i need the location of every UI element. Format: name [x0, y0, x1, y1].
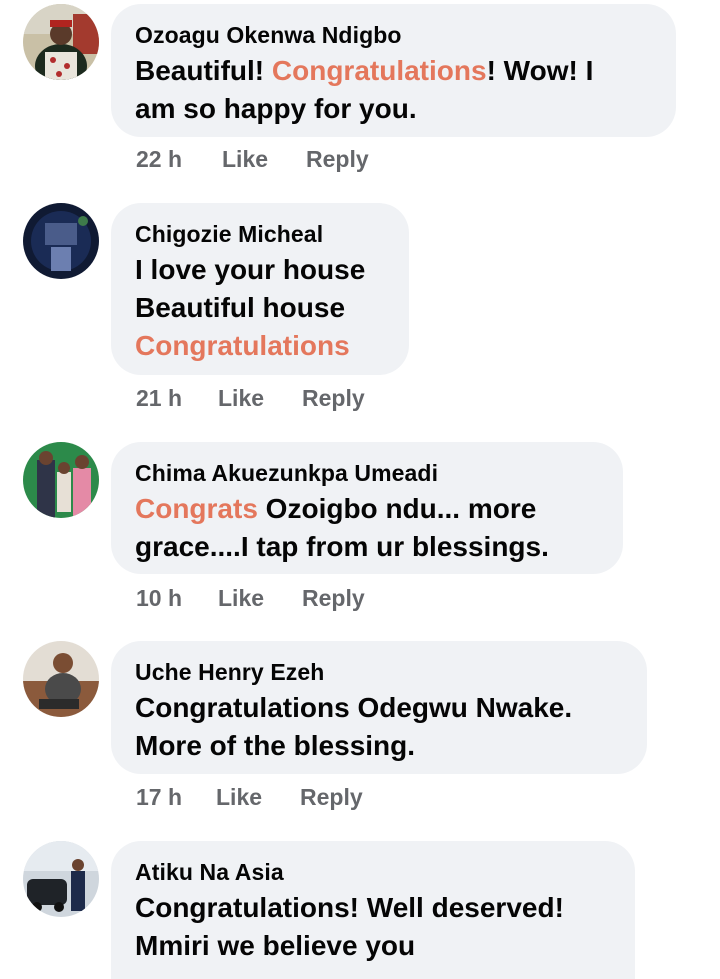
comment-actions: 10 h Like Reply [136, 585, 365, 612]
highlighted-keyword[interactable]: Congrats [135, 493, 258, 524]
comment-actions: 22 h Like Reply [136, 146, 369, 173]
avatar[interactable] [23, 442, 99, 518]
highlighted-keyword[interactable]: Congratulations [135, 330, 350, 361]
comment-author[interactable]: Chigozie Micheal [135, 219, 385, 249]
comment-author[interactable]: Uche Henry Ezeh [135, 657, 623, 687]
comment-bubble: Uche Henry Ezeh Congratulations Odegwu N… [111, 641, 647, 774]
comment-bubble: Ozoagu Okenwa Ndigbo Beautiful! Congratu… [111, 4, 676, 137]
like-button[interactable]: Like [218, 585, 302, 612]
timestamp[interactable]: 21 h [136, 385, 218, 412]
comment-bubble: Chigozie Micheal I love your house Beaut… [111, 203, 409, 375]
comment-bubble: Chima Akuezunkpa Umeadi Congrats Ozoigbo… [111, 442, 623, 574]
text-segment: Congratulations! Well deserved! [135, 892, 564, 923]
comment-author[interactable]: Chima Akuezunkpa Umeadi [135, 458, 599, 488]
text-segment: ! Wow! I [486, 55, 594, 86]
comment-actions: 17 h Like Reply [136, 784, 363, 811]
text-segment: Beautiful! [135, 55, 272, 86]
comment-author[interactable]: Atiku Na Asia [135, 857, 611, 887]
timestamp[interactable]: 22 h [136, 146, 222, 173]
text-segment: Beautiful house [135, 292, 346, 323]
text-segment: More of the blessing. [135, 730, 416, 761]
comment-actions: 21 h Like Reply [136, 385, 365, 412]
comment-bubble: Atiku Na Asia Congratulations! Well dese… [111, 841, 635, 979]
avatar[interactable] [23, 203, 99, 279]
text-segment: I love your house [135, 254, 366, 285]
reply-button[interactable]: Reply [302, 585, 365, 612]
comment-text: Beautiful! Congratulations! Wow! I am so… [135, 52, 652, 128]
text-segment: am so happy for you. [135, 93, 417, 124]
comment-author[interactable]: Ozoagu Okenwa Ndigbo [135, 20, 652, 50]
avatar[interactable] [23, 4, 99, 80]
like-button[interactable]: Like [222, 146, 306, 173]
text-segment: Ozoigbo ndu... more [257, 493, 537, 524]
reply-button[interactable]: Reply [306, 146, 369, 173]
text-segment: Mmiri we believe you [135, 930, 416, 961]
timestamp[interactable]: 17 h [136, 784, 216, 811]
comment-text: I love your house Beautiful house Congra… [135, 251, 385, 365]
like-button[interactable]: Like [216, 784, 300, 811]
comment-text: Congrats Ozoigbo ndu... more grace....I … [135, 490, 599, 566]
reply-button[interactable]: Reply [302, 385, 365, 412]
text-segment: Congratulations Odegwu Nwake. [135, 692, 573, 723]
highlighted-keyword[interactable]: Congratulations [272, 55, 487, 86]
avatar[interactable] [23, 641, 99, 717]
text-segment: grace....I tap from ur blessings. [135, 531, 549, 562]
comment-text: Congratulations! Well deserved! Mmiri we… [135, 889, 611, 965]
comment-text: Congratulations Odegwu Nwake. More of th… [135, 689, 623, 765]
timestamp[interactable]: 10 h [136, 585, 218, 612]
avatar[interactable] [23, 841, 99, 917]
like-button[interactable]: Like [218, 385, 302, 412]
reply-button[interactable]: Reply [300, 784, 363, 811]
